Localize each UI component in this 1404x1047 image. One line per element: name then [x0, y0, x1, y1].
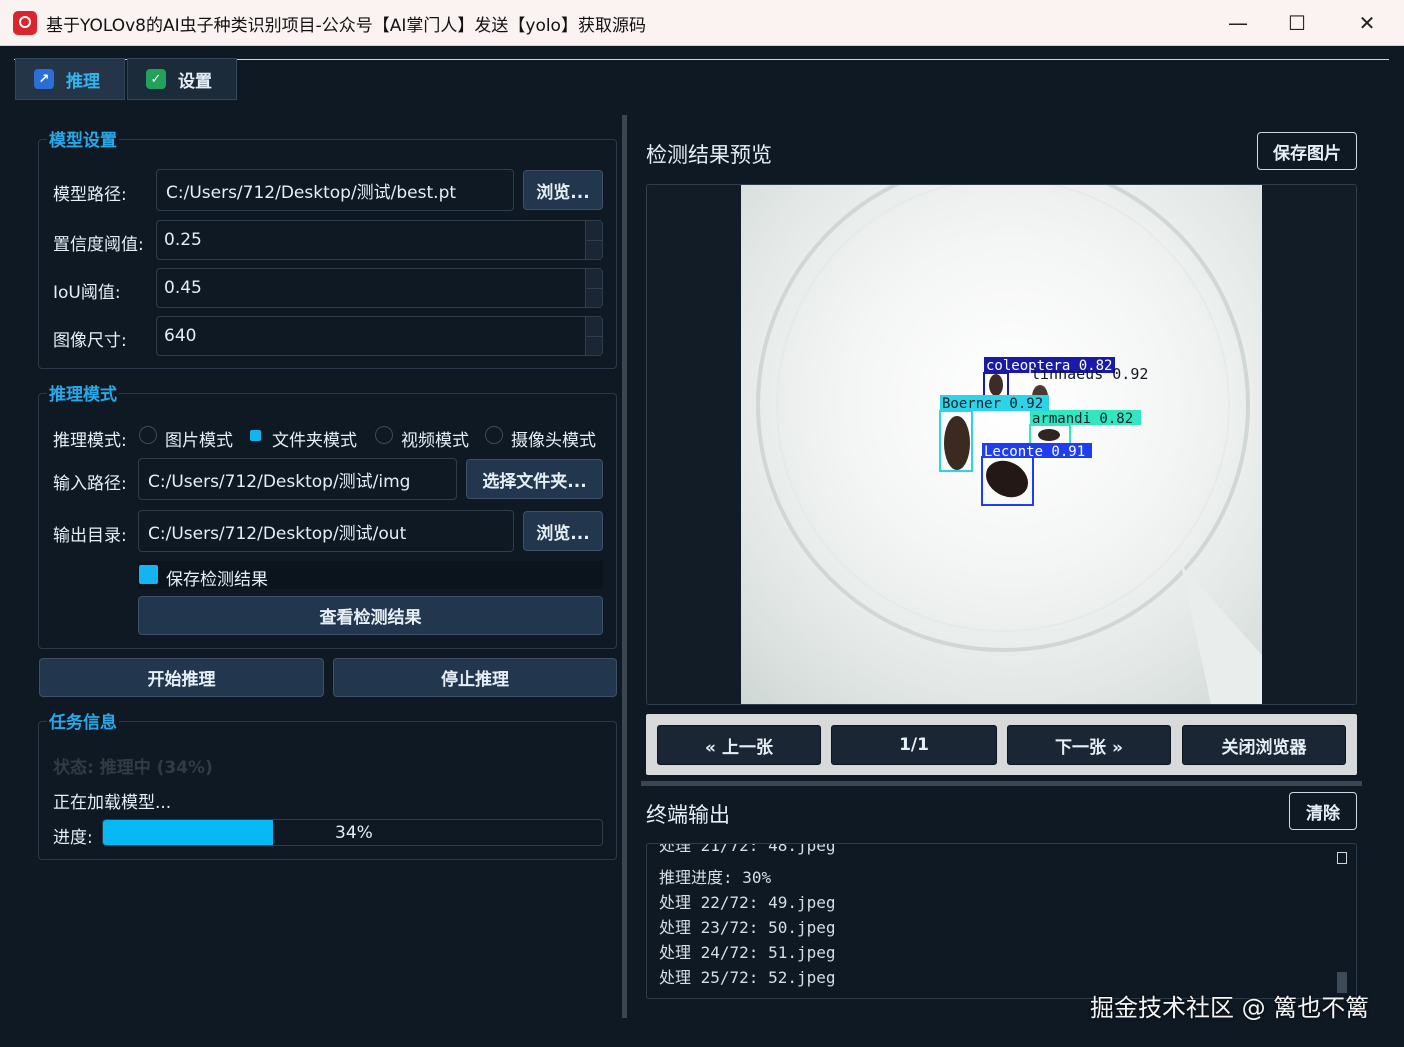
- terminal-line: 处理 24/72: 51.jpeg: [659, 943, 836, 962]
- inference-mode-title: 推理模式: [47, 380, 119, 405]
- check-icon: ✓: [146, 69, 166, 89]
- detection-preview-image: coleoptera 0.82 linnaeus 0.92 Boerner 0.…: [741, 185, 1262, 704]
- app-logo-icon: [13, 11, 37, 35]
- model-path-input[interactable]: C:/Users/712/Desktop/测试/best.pt: [156, 169, 514, 211]
- maximize-button[interactable]: ☐: [1268, 6, 1326, 40]
- image-size-stepper[interactable]: [585, 317, 602, 355]
- task-info-title: 任务信息: [47, 708, 119, 733]
- loading-text: 正在加载模型...: [53, 793, 172, 813]
- preview-title: 检测结果预览: [646, 143, 772, 167]
- start-inference-button[interactable]: 开始推理: [39, 658, 324, 697]
- progress-bar-fill: [103, 820, 273, 845]
- watermark-text: 掘金技术社区 @ 篱也不篱: [1090, 994, 1370, 1022]
- model-settings-title: 模型设置: [47, 126, 119, 151]
- terminal-output[interactable]: 处理 21/72: 48.jpeg 推理进度: 30% 处理 22/72: 49…: [646, 843, 1357, 999]
- input-path-label: 输入路径:: [53, 474, 127, 494]
- terminal-line: 处理 22/72: 49.jpeg: [659, 893, 836, 912]
- view-results-button[interactable]: 查看检测结果: [138, 596, 603, 635]
- insect-coleoptera: [989, 374, 1003, 396]
- image-counter: 1/1: [831, 725, 997, 765]
- insect-armandi: [1038, 429, 1060, 441]
- panel-splitter[interactable]: [622, 115, 627, 1018]
- output-browse-button[interactable]: 浏览...: [523, 511, 603, 551]
- terminal-line: 处理 25/72: 52.jpeg: [659, 968, 836, 987]
- save-results-checkbox[interactable]: [139, 565, 158, 584]
- output-dir-label: 输出目录:: [53, 526, 127, 546]
- radio-video-mode-label: 视频模式: [401, 431, 469, 451]
- iou-label: IoU阈值:: [53, 283, 121, 303]
- progress-percent-text: 34%: [335, 823, 373, 843]
- chart-icon: ↗: [34, 69, 54, 89]
- terminal-title: 终端输出: [646, 803, 730, 827]
- detection-label-boerner: Boerner 0.92: [942, 396, 1043, 412]
- iou-stepper[interactable]: [585, 269, 602, 307]
- terminal-line: 处理 21/72: 48.jpeg: [659, 843, 836, 855]
- petri-dish-illustration: coleoptera 0.82 linnaeus 0.92 Boerner 0.…: [756, 185, 1262, 704]
- radio-camera-mode-label: 摄像头模式: [511, 431, 596, 451]
- tab-settings-label: 设置: [178, 71, 212, 92]
- model-path-label: 模型路径:: [53, 185, 127, 205]
- detection-label-leconte: Leconte 0.91: [984, 444, 1085, 460]
- tab-inference-label: 推理: [66, 71, 100, 92]
- image-size-spinbox[interactable]: 640: [156, 316, 603, 356]
- status-text: 状态: 推理中 (34%): [53, 758, 213, 778]
- radio-image-mode[interactable]: [139, 426, 157, 444]
- stop-inference-button[interactable]: 停止推理: [333, 658, 617, 697]
- image-size-label: 图像尺寸:: [53, 331, 127, 351]
- iou-spinbox[interactable]: 0.45: [156, 268, 603, 308]
- terminal-scrollbar[interactable]: [1336, 852, 1348, 993]
- save-image-button[interactable]: 保存图片: [1257, 132, 1357, 170]
- model-browse-button[interactable]: 浏览...: [523, 170, 603, 210]
- input-path-field[interactable]: C:/Users/712/Desktop/测试/img: [138, 458, 457, 500]
- tab-inference[interactable]: ↗ 推理: [15, 58, 125, 100]
- previous-image-button[interactable]: « 上一张: [657, 725, 821, 765]
- insect-boerner: [944, 416, 970, 470]
- confidence-spinbox[interactable]: 0.25: [156, 220, 603, 260]
- title-bar: 基于YOLOv8的AI虫子种类识别项目-公众号【AI掌门人】发送【yolo】获取…: [0, 0, 1404, 46]
- insect-leconte: [985, 460, 1029, 498]
- progress-label: 进度:: [53, 828, 93, 848]
- radio-image-mode-label: 图片模式: [165, 431, 233, 451]
- detection-label-armandi: armandi 0.82: [1032, 411, 1133, 427]
- close-window-button[interactable]: ✕: [1338, 6, 1396, 40]
- window-title: 基于YOLOv8的AI虫子种类识别项目-公众号【AI掌门人】发送【yolo】获取…: [46, 16, 646, 36]
- save-results-label: 保存检测结果: [166, 570, 268, 590]
- image-size-value: 640: [164, 326, 197, 346]
- iou-value: 0.45: [164, 278, 202, 298]
- radio-video-mode[interactable]: [375, 426, 393, 444]
- mode-label: 推理模式:: [53, 431, 127, 451]
- radio-folder-mode-label: 文件夹模式: [272, 431, 357, 451]
- detection-label-linnaeus: linnaeus 0.92: [1031, 365, 1148, 383]
- close-viewer-button[interactable]: 关闭浏览器: [1182, 725, 1346, 765]
- clear-terminal-button[interactable]: 清除: [1289, 792, 1357, 830]
- radio-camera-mode[interactable]: [485, 426, 503, 444]
- radio-folder-mode[interactable]: [250, 430, 261, 441]
- output-dir-field[interactable]: C:/Users/712/Desktop/测试/out: [138, 510, 514, 552]
- select-folder-button[interactable]: 选择文件夹...: [466, 459, 603, 499]
- confidence-stepper[interactable]: [585, 221, 602, 259]
- tab-settings[interactable]: ✓ 设置: [127, 58, 237, 100]
- vertical-splitter[interactable]: [641, 781, 1362, 786]
- confidence-value: 0.25: [164, 230, 202, 250]
- minimize-button[interactable]: —: [1209, 6, 1267, 40]
- terminal-line: 处理 23/72: 50.jpeg: [659, 918, 836, 937]
- confidence-label: 置信度阈值:: [53, 235, 144, 255]
- scroll-up-arrow-icon[interactable]: [1337, 852, 1347, 864]
- terminal-line: 推理进度: 30%: [659, 868, 772, 887]
- next-image-button[interactable]: 下一张 »: [1007, 725, 1171, 765]
